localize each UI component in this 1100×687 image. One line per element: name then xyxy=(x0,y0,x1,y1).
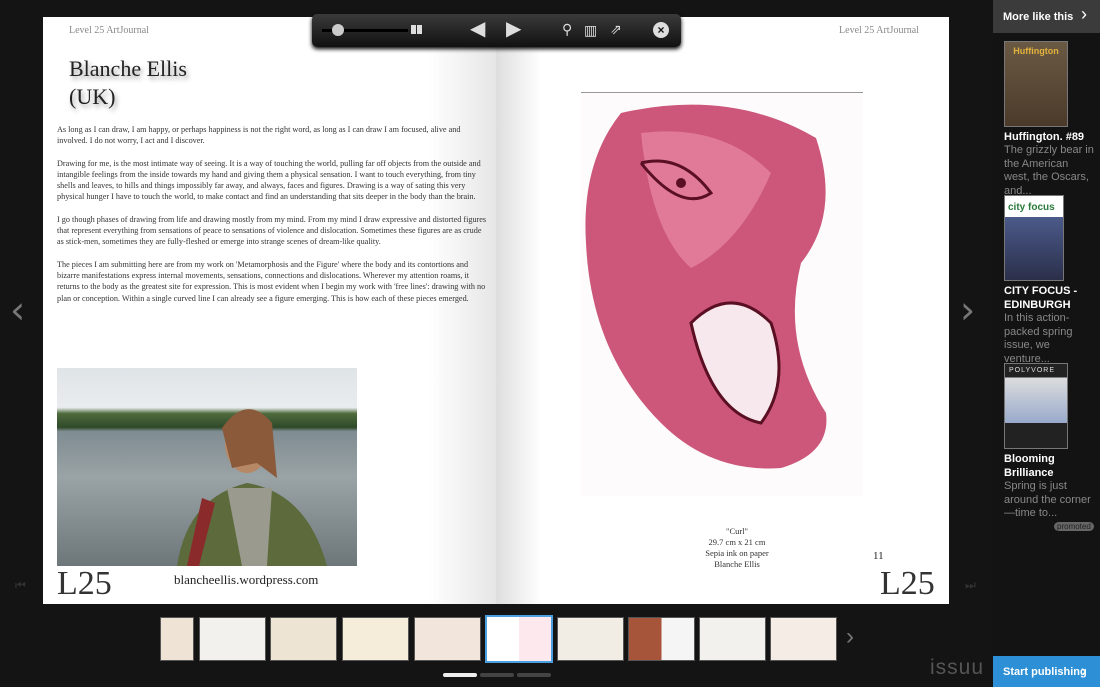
running-head: Level 25 ArtJournal xyxy=(839,25,919,36)
previous-spread-arrow[interactable]: ‹ xyxy=(10,288,25,332)
cover-city-focus: city focus xyxy=(1004,195,1064,281)
next-page-icon[interactable]: ▶ xyxy=(506,19,521,39)
page-thumbnail[interactable] xyxy=(342,617,409,661)
right-page[interactable]: Level 25 ArtJournal "Curl" 29.7 cm x 21 … xyxy=(496,17,949,604)
cover-polyvore: POLYVORE xyxy=(1004,363,1068,449)
ink-drawing xyxy=(585,104,827,469)
page-thumbnail[interactable] xyxy=(628,617,695,661)
related-item[interactable]: Huffington Huffington. #89 The grizzly b… xyxy=(1004,41,1094,198)
two-page-icon[interactable] xyxy=(411,25,422,34)
zoom-slider-handle[interactable] xyxy=(332,24,344,36)
chevron-right-icon: › xyxy=(1081,4,1087,24)
page-thumbnail[interactable] xyxy=(770,617,837,661)
running-head: Level 25 ArtJournal xyxy=(69,25,149,36)
contents-icon[interactable]: ▥ xyxy=(584,23,597,37)
page-thumbnail[interactable] xyxy=(270,617,337,661)
publish-label: Start publishing xyxy=(1003,666,1087,678)
paragraph: I go though phases of drawing from life … xyxy=(57,214,487,247)
left-page[interactable]: Level 25 ArtJournal Blanche Ellis (UK) As… xyxy=(43,17,496,604)
portrait-illustration xyxy=(177,409,327,566)
title-name: Blanche Ellis xyxy=(69,56,187,81)
pager-dot-active[interactable] xyxy=(443,673,477,677)
pager-dot[interactable] xyxy=(517,673,551,677)
related-item[interactable]: POLYVORE Blooming Brilliance Spring is j… xyxy=(1004,363,1094,521)
page-thumbnail[interactable] xyxy=(160,617,194,661)
item-description: In this action-packed spring issue, we v… xyxy=(1004,312,1073,365)
issuu-logo[interactable]: issuu xyxy=(930,656,984,680)
reader-toolbar: ◀ ▶ ⚲ ▥ ⇗ × xyxy=(312,14,681,47)
item-title: CITY FOCUS - EDINBURGH xyxy=(1004,285,1078,311)
related-item[interactable]: city focus CITY FOCUS - EDINBURGH In thi… xyxy=(1004,195,1094,366)
paragraph: The pieces I am submitting here are from… xyxy=(57,259,486,303)
artist-photo xyxy=(57,368,357,566)
paragraph: As long as I can draw, I am happy, or pe… xyxy=(57,125,461,146)
page-thumbnail[interactable] xyxy=(699,617,766,661)
last-page-icon[interactable]: ⏭ xyxy=(965,578,976,593)
item-title: Huffington. #89 xyxy=(1004,131,1085,143)
more-like-this-sidebar: More like this › Huffington Huffington. #… xyxy=(993,0,1100,687)
share-icon[interactable]: ⇗ xyxy=(610,23,622,37)
caption-artist: Blanche Ellis xyxy=(714,559,760,569)
article-body: As long as I can draw, I am happy, or pe… xyxy=(57,124,489,315)
item-title: Blooming Brilliance xyxy=(1004,453,1055,479)
first-page-icon[interactable]: ⏮ xyxy=(15,578,26,593)
next-spread-arrow[interactable]: › xyxy=(960,288,975,332)
close-icon[interactable]: × xyxy=(653,22,669,38)
promoted-badge: promoted xyxy=(1054,522,1094,531)
sidebar-header[interactable]: More like this › xyxy=(993,0,1100,33)
page-thumbnail[interactable] xyxy=(414,617,481,661)
page-thumbnail[interactable] xyxy=(199,617,266,661)
page-number: 11 xyxy=(873,550,884,562)
previous-page-icon[interactable]: ◀ xyxy=(470,19,485,39)
reader-stage: Level 25 ArtJournal Blanche Ellis (UK) As… xyxy=(0,0,993,687)
paragraph: Drawing for me, is the most intimate way… xyxy=(57,158,481,202)
journal-logo: L25 xyxy=(880,565,935,602)
page-thumbnail-selected[interactable] xyxy=(485,615,553,663)
artist-url[interactable]: blancheellis.wordpress.com xyxy=(174,572,318,588)
page-thumbnail[interactable] xyxy=(557,617,624,661)
sidebar-header-label: More like this xyxy=(1003,11,1074,23)
search-icon[interactable]: ⚲ xyxy=(562,23,572,37)
caption-medium: Sepia ink on paper xyxy=(705,548,769,558)
item-description: The grizzly bear in the American west, t… xyxy=(1004,144,1094,197)
article-title: Blanche Ellis (UK) xyxy=(69,55,187,111)
title-country: (UK) xyxy=(69,84,116,109)
item-description: Spring is just around the corner—time to… xyxy=(1004,480,1091,519)
thumbnails-next-arrow[interactable]: › xyxy=(846,623,854,651)
journal-logo: L25 xyxy=(57,565,112,602)
artwork-curl xyxy=(581,92,863,496)
artwork-caption: "Curl" 29.7 cm x 21 cm Sepia ink on pape… xyxy=(692,526,782,570)
caption-title: "Curl" xyxy=(725,526,749,536)
pager-dot[interactable] xyxy=(480,673,514,677)
start-publishing-button[interactable]: Start publishing › xyxy=(993,656,1100,687)
cover-huffington: Huffington xyxy=(1004,41,1068,127)
chevron-right-icon: › xyxy=(1081,661,1087,680)
caption-size: 29.7 cm x 21 cm xyxy=(708,537,766,547)
